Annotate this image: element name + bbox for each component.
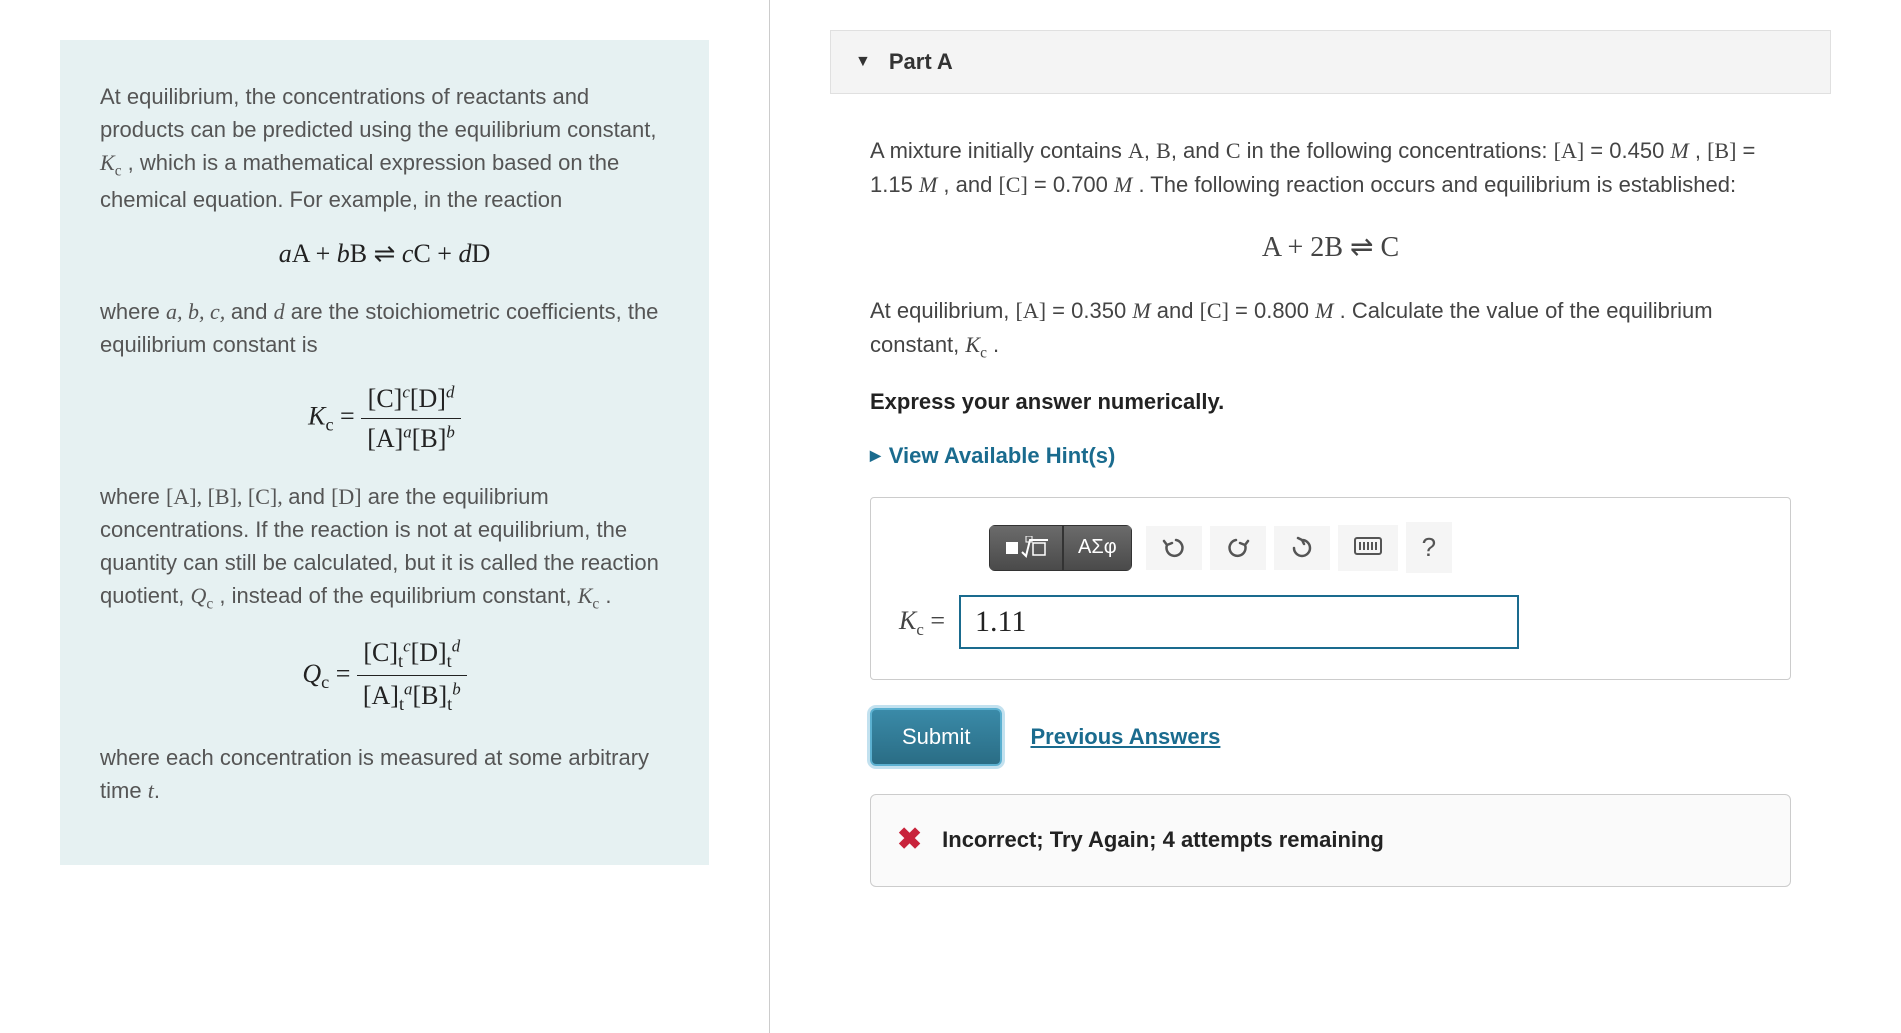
input-toolbar: ΑΣφ ? [989, 522, 1762, 573]
undo-icon [1162, 536, 1186, 560]
intro-paragraph-1: At equilibrium, the concentrations of re… [100, 80, 669, 216]
equation-kc: Kc = [C]c[D]d [A]a[B]b [100, 379, 669, 458]
collapse-caret-icon[interactable]: ▼ [855, 53, 871, 71]
answer-container: ΑΣφ ? [870, 497, 1791, 680]
equation-reaction: aA + bB ⇌ cC + dD [100, 234, 669, 273]
keyboard-icon [1354, 537, 1382, 555]
submit-row: Submit Previous Answers [870, 708, 1791, 766]
incorrect-icon: ✖ [897, 817, 922, 864]
keyboard-button[interactable] [1338, 525, 1398, 571]
answer-instruction: Express your answer numerically. [870, 385, 1791, 419]
left-panel: At equilibrium, the concentrations of re… [0, 0, 770, 1033]
help-icon: ? [1422, 532, 1436, 562]
redo-button[interactable] [1210, 526, 1266, 570]
part-title: Part A [889, 49, 953, 75]
intro-paragraph-3: where [A], [B], [C], and [D] are the equ… [100, 480, 669, 616]
answer-input-row: Kc = [899, 595, 1762, 649]
intro-paragraph-4: where each concentration is measured at … [100, 741, 669, 807]
help-button[interactable]: ? [1406, 522, 1452, 573]
feedback-text: Incorrect; Try Again; 4 attempts remaini… [942, 823, 1384, 857]
problem-text-1: A mixture initially contains A, B, and C… [870, 134, 1791, 202]
part-header[interactable]: ▼ Part A [830, 30, 1831, 94]
expand-right-icon: ▶ [870, 445, 881, 467]
greek-symbols-button[interactable]: ΑΣφ [1063, 525, 1132, 571]
previous-answers-link[interactable]: Previous Answers [1030, 720, 1220, 754]
submit-button[interactable]: Submit [870, 708, 1002, 766]
reset-button[interactable] [1274, 526, 1330, 570]
problem-equation: A + 2B ⇌ C [870, 226, 1791, 269]
answer-input[interactable] [959, 595, 1519, 649]
hints-label: View Available Hint(s) [889, 439, 1116, 473]
equation-qc: Qc = [C]tc[D]td [A]ta[B]tb [100, 633, 669, 719]
right-panel: ▼ Part A A mixture initially contains A,… [770, 0, 1901, 1033]
intro-paragraph-2: where a, b, c, and d are the stoichiomet… [100, 295, 669, 361]
problem-text-2: At equilibrium, [A] = 0.350 M and [C] = … [870, 294, 1791, 365]
view-hints-link[interactable]: ▶ View Available Hint(s) [870, 439, 1791, 473]
redo-icon [1226, 536, 1250, 560]
info-box: At equilibrium, the concentrations of re… [60, 40, 709, 865]
answer-variable-label: Kc = [899, 601, 945, 643]
reset-icon [1290, 536, 1314, 560]
fraction-sqrt-icon [1004, 536, 1048, 560]
problem-body: A mixture initially contains A, B, and C… [830, 134, 1831, 887]
feedback-box: ✖ Incorrect; Try Again; 4 attempts remai… [870, 794, 1791, 887]
undo-button[interactable] [1146, 526, 1202, 570]
format-button-group: ΑΣφ [989, 525, 1132, 571]
template-button[interactable] [989, 525, 1063, 571]
